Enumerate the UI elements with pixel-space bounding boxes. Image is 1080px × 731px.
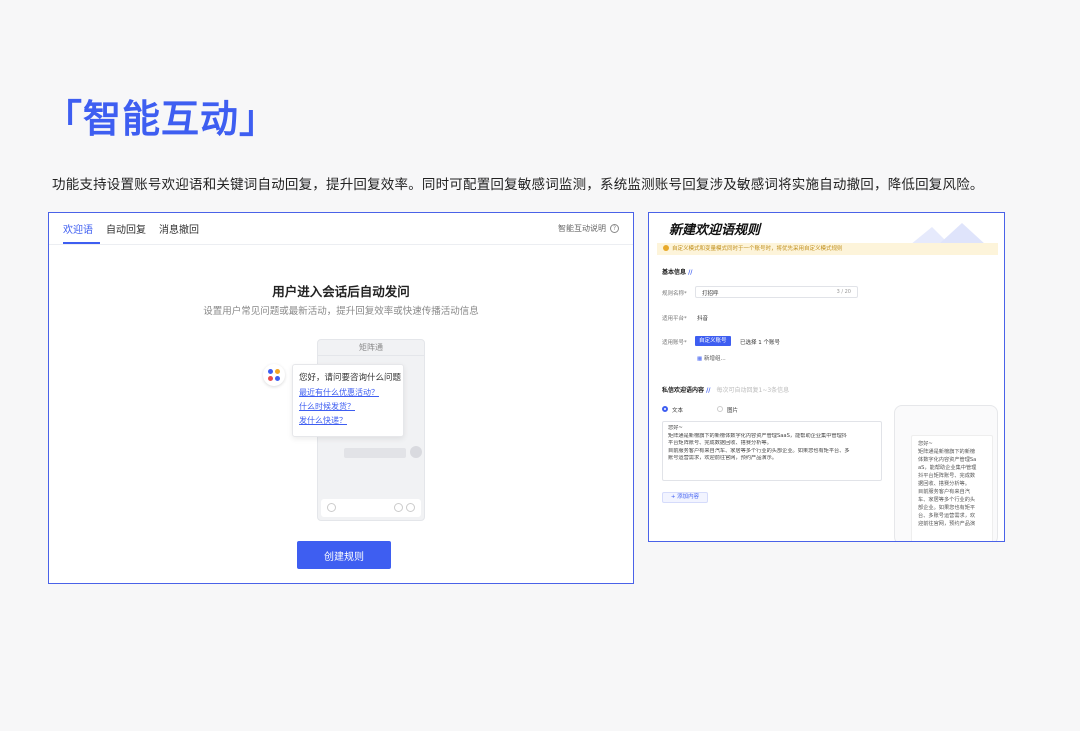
welcome-message-panel: 欢迎语 自动回复 消息撤回 智能互动说明 ? 用户进入会话后自动发问 设置用户常… bbox=[48, 212, 634, 584]
section-heading: 用户进入会话后自动发问 bbox=[272, 284, 410, 299]
brand-logo-icon bbox=[263, 364, 285, 386]
tab-welcome[interactable]: 欢迎语 bbox=[63, 221, 100, 244]
question-link[interactable]: 发什么快递？ bbox=[299, 415, 397, 426]
radio-text[interactable] bbox=[662, 406, 668, 412]
plus-icon bbox=[406, 503, 415, 512]
info-marker-icon: // bbox=[706, 387, 711, 394]
question-link[interactable]: 最近有什么优惠活动？ bbox=[299, 387, 397, 398]
greeting-text: 您好，请问要咨询什么问题 bbox=[299, 373, 402, 383]
add-content-button[interactable]: + 添加内容 bbox=[662, 492, 708, 503]
create-rule-button[interactable]: 创建规则 bbox=[297, 541, 391, 569]
add-group-link[interactable]: ▦ 新增组... bbox=[697, 354, 726, 362]
decorative-mountain-graphic bbox=[910, 223, 986, 245]
new-welcome-rule-panel: 新建欢迎语规则 自定义模式和变量模式同时于一个账号时，将优先采用自定义模式规则 … bbox=[648, 212, 1005, 542]
panel-title: 新建欢迎语规则 bbox=[669, 223, 761, 238]
tab-auto-reply[interactable]: 自动回复 bbox=[106, 221, 153, 244]
platform-label: 适用平台* bbox=[662, 316, 687, 322]
question-icon: ? bbox=[610, 224, 619, 233]
message-textarea[interactable]: 您好~ 矩阵通是新榜旗下的新榜体数字化内容资产管理SaaS，能帮助企业集中管理抖… bbox=[662, 421, 882, 481]
selected-account-count: 已选择 1 个账号 bbox=[740, 340, 780, 346]
warning-icon bbox=[663, 245, 669, 251]
page-description: 功能支持设置账号欢迎语和关键词自动回复，提升回复效率。同时可配置回复敏感词监测，… bbox=[52, 177, 984, 193]
page-title: 「智能互动」 bbox=[44, 97, 279, 141]
voice-icon bbox=[327, 503, 336, 512]
phone-avatar-placeholder bbox=[410, 446, 422, 458]
rule-name-input[interactable]: 打招呼 3 / 20 bbox=[695, 286, 858, 298]
notice-banner: 自定义模式和变量模式同时于一个账号时，将优先采用自定义模式规则 bbox=[657, 243, 998, 255]
rule-name-label: 规则名称* bbox=[662, 291, 687, 297]
phone-title: 矩阵通 bbox=[318, 340, 424, 356]
char-counter: 3 / 20 bbox=[836, 289, 851, 295]
account-label: 适用账号* bbox=[662, 340, 687, 346]
tab-message-recall[interactable]: 消息撤回 bbox=[159, 221, 206, 244]
custom-account-chip[interactable]: 自定义账号 bbox=[695, 336, 731, 346]
emoji-icon bbox=[394, 503, 403, 512]
rule-name-value: 打招呼 bbox=[702, 291, 719, 297]
radio-image-label: 图片 bbox=[727, 408, 739, 414]
phone-input-bar bbox=[321, 499, 421, 517]
help-label: 智能互动说明 bbox=[558, 224, 606, 233]
phone-placeholder-bar bbox=[344, 448, 406, 458]
info-marker-icon: // bbox=[688, 269, 693, 276]
section-subheading: 设置用户常见问题或最新活动，提升回复效率或快速传播活动信息 bbox=[203, 306, 479, 317]
radio-text-label: 文本 bbox=[672, 408, 684, 414]
grid-icon: ▦ bbox=[697, 356, 703, 362]
content-heading: 私信欢迎语内容 //每次可自动回复1~3条信息 bbox=[662, 387, 790, 394]
chat-bubble: 您好，请问要咨询什么问题 最近有什么优惠活动？ 什么时候发货？ 发什么快递？ bbox=[292, 364, 404, 437]
notice-text: 自定义模式和变量模式同时于一个账号时，将优先采用自定义模式规则 bbox=[672, 246, 843, 252]
basic-info-heading: 基本信息 // bbox=[662, 269, 693, 276]
question-link[interactable]: 什么时候发货？ bbox=[299, 401, 397, 412]
help-link[interactable]: 智能互动说明 ? bbox=[558, 223, 619, 234]
phone-preview-bubble: 您好~ 矩阵通是新榜旗下的新榜 体数字化内容资产管理Sa aS，能帮助企业集中管… bbox=[911, 435, 993, 541]
tab-bar: 欢迎语 自动回复 消息撤回 智能互动说明 ? bbox=[49, 213, 633, 245]
platform-value[interactable]: 抖音 bbox=[697, 314, 708, 322]
radio-image[interactable] bbox=[717, 406, 723, 412]
